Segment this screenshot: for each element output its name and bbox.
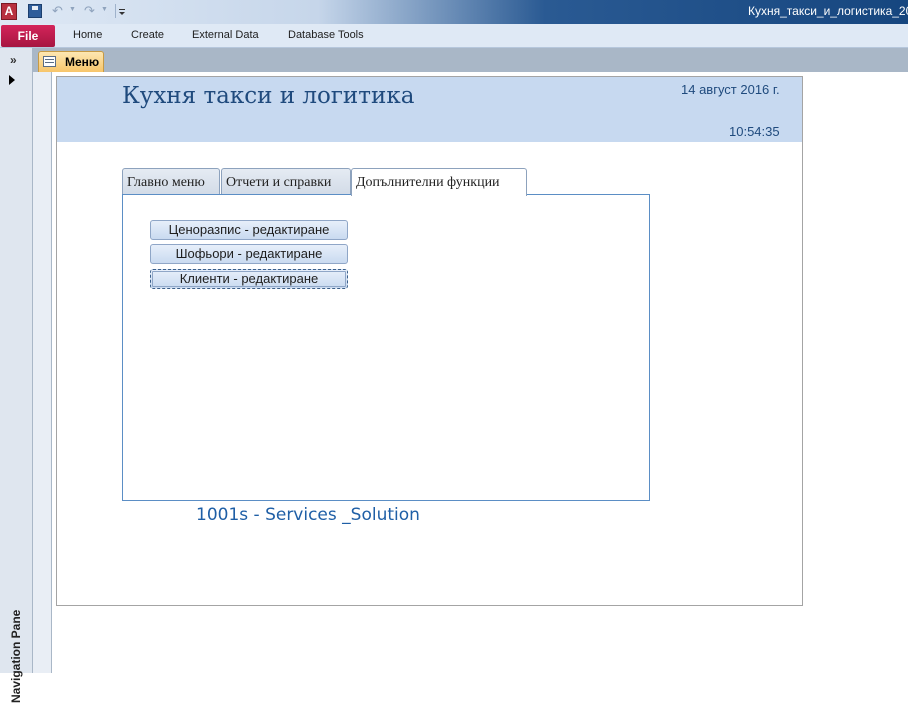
tab-reports[interactable]: Отчети и справки bbox=[221, 168, 351, 195]
document-tab-label: Меню bbox=[65, 55, 100, 69]
tab-page-additional-functions bbox=[122, 194, 650, 501]
file-tab[interactable]: File bbox=[1, 25, 55, 47]
form-date: 14 август 2016 г. bbox=[681, 82, 780, 97]
ribbon-tab-bar: File Home Create External Data Database … bbox=[0, 24, 908, 48]
edit-drivers-button[interactable]: Шофьори - редактиране bbox=[150, 244, 348, 264]
document-tab-strip bbox=[33, 48, 908, 72]
redo-dropdown-icon[interactable]: ▼ bbox=[101, 6, 108, 13]
expand-nav-pane-icon[interactable]: » bbox=[10, 53, 17, 67]
customize-qat-icon[interactable] bbox=[115, 4, 127, 18]
form-icon bbox=[43, 56, 56, 67]
undo-icon[interactable]: ↶ bbox=[52, 3, 63, 19]
tab-home[interactable]: Home bbox=[73, 29, 102, 41]
redo-icon[interactable]: ↷ bbox=[84, 3, 95, 19]
navigation-pane-label[interactable]: Navigation Pane bbox=[9, 610, 23, 703]
tab-additional-functions[interactable]: Допълнителни функции bbox=[351, 168, 527, 196]
tab-database-tools[interactable]: Database Tools bbox=[288, 29, 364, 41]
edit-clients-button[interactable]: Клиенти - редактиране bbox=[150, 269, 348, 289]
current-record-arrow-icon bbox=[9, 75, 15, 85]
tab-create[interactable]: Create bbox=[131, 29, 164, 41]
form-time: 10:54:35 bbox=[729, 124, 780, 139]
access-app-icon[interactable]: A bbox=[1, 3, 17, 20]
footer-label: 1001s - Services _Solution bbox=[196, 505, 420, 525]
undo-dropdown-icon[interactable]: ▼ bbox=[69, 6, 76, 13]
window-title: Кухня_такси_и_логистика_201 bbox=[748, 4, 908, 18]
edit-price-list-button[interactable]: Ценоразпис - редактиране bbox=[150, 220, 348, 240]
document-tab-menu[interactable]: Меню bbox=[38, 51, 104, 72]
record-selector[interactable] bbox=[33, 72, 52, 673]
navigation-pane[interactable]: » Navigation Pane bbox=[0, 48, 33, 703]
title-bar: A ↶ ▼ ↷ ▼ Кухня_такси_и_логистика_201 bbox=[0, 0, 908, 24]
tab-main-menu[interactable]: Главно меню bbox=[122, 168, 220, 195]
form-title: Кухня такси и логитика bbox=[122, 83, 415, 109]
save-icon[interactable] bbox=[28, 4, 42, 18]
tab-external-data[interactable]: External Data bbox=[192, 29, 259, 41]
